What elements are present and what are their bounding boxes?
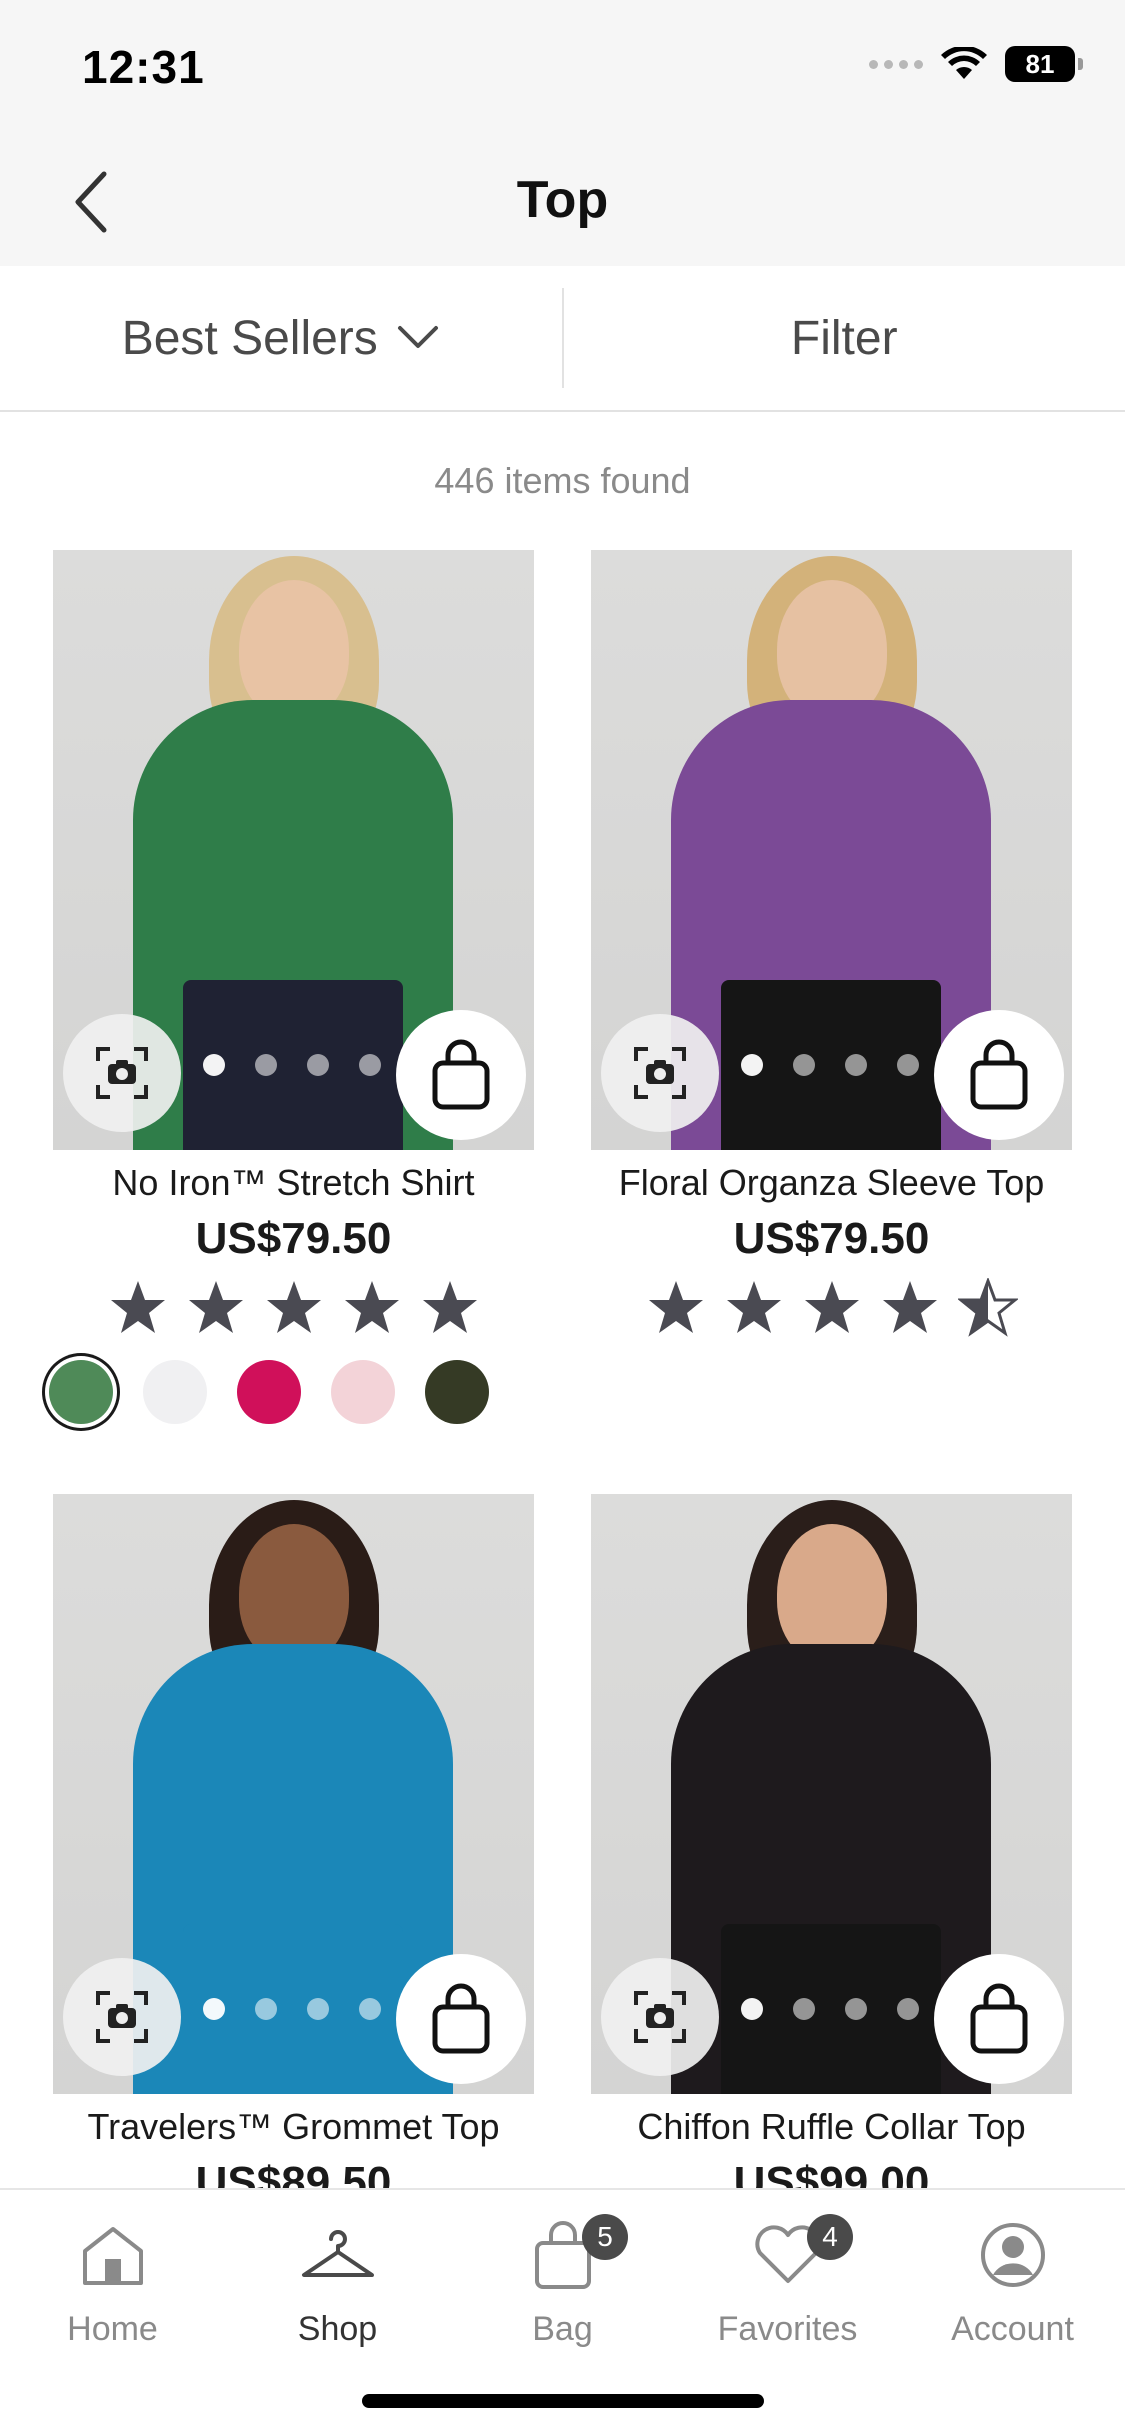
product-name[interactable]: Floral Organza Sleeve Top [591,1162,1072,1204]
star-full-icon [882,1281,937,1333]
camera-scan-icon [634,1991,686,2043]
product-image[interactable] [591,1494,1072,2094]
tab-account[interactable]: Account [900,2210,1125,2349]
star-full-icon [804,1281,859,1333]
star-full-icon [422,1281,477,1333]
tab-shop[interactable]: Shop [225,2210,450,2349]
visual-search-button[interactable] [601,1014,719,1132]
tab-label: Bag [532,2310,593,2348]
product-name[interactable]: Travelers™ Grommet Top [53,2106,534,2148]
color-swatch[interactable] [425,1360,489,1424]
add-to-bag-button[interactable] [934,1010,1064,1140]
product-card[interactable]: Floral Organza Sleeve Top US$79.50 [591,550,1072,1338]
tab-label: Home [67,2310,158,2348]
add-to-bag-button[interactable] [396,1010,526,1140]
home-indicator [362,2394,764,2408]
chevron-down-icon [397,326,438,348]
star-full-icon [188,1281,243,1333]
tab-label: Account [951,2310,1074,2348]
tab-home[interactable]: Home [0,2210,225,2349]
add-to-bag-button[interactable] [396,1954,526,2084]
bag-icon [970,1039,1028,1110]
bag-icon [432,1983,490,2054]
status-bar: 12:31 81 [0,0,1125,140]
image-carousel-dots [203,1998,381,2020]
page-title: Top [516,171,609,229]
product-card[interactable]: Chiffon Ruffle Collar Top US$99.00 [591,1494,1072,2208]
cellular-signal-icon [869,59,923,69]
camera-scan-icon [634,1047,686,1099]
product-price: US$79.50 [733,1214,930,1263]
bag-icon [432,1039,490,1110]
visual-search-button[interactable] [601,1958,719,2076]
star-full-icon [266,1281,321,1333]
sort-label: Best Sellers [121,311,378,365]
color-swatch[interactable] [331,1360,395,1424]
add-to-bag-button[interactable] [934,1954,1064,2084]
status-indicators: 81 [869,46,1083,82]
image-carousel-dots [741,1998,919,2020]
status-time: 12:31 [82,41,205,93]
product-image[interactable] [591,550,1072,1150]
color-swatch[interactable] [143,1360,207,1424]
battery-icon: 81 [1005,46,1083,82]
product-image[interactable] [53,1494,534,2094]
camera-scan-icon [96,1991,148,2043]
star-full-icon [726,1281,781,1333]
wifi-icon [941,47,987,79]
product-price: US$79.50 [195,1214,392,1263]
camera-scan-icon [96,1047,148,1099]
favorites-count-badge: 4 [807,2214,853,2260]
items-found-count: 446 items found [434,460,691,501]
star-full-icon [344,1281,399,1333]
bag-count-badge: 5 [582,2214,628,2260]
product-card[interactable]: Travelers™ Grommet Top US$89.50 [53,1494,534,2208]
star-rating [591,1278,1072,1338]
star-rating [53,1278,534,1338]
product-name[interactable]: Chiffon Ruffle Collar Top [591,2106,1072,2148]
home-icon [82,2227,143,2285]
nav-header: Top [0,140,1125,266]
sort-button[interactable]: Best Sellers [0,266,562,410]
product-image[interactable] [53,550,534,1150]
tab-favorites[interactable]: 4 Favorites [675,2210,900,2349]
star-full-icon [110,1281,165,1333]
bag-icon [970,1983,1028,2054]
sort-filter-bar: Best Sellers Filter [0,266,1125,412]
image-carousel-dots [203,1054,381,1076]
visual-search-button[interactable] [63,1014,181,1132]
filter-label: Filter [790,311,898,365]
color-swatches [49,1360,534,1424]
visual-search-button[interactable] [63,1958,181,2076]
tab-bag[interactable]: 5 Bag [450,2210,675,2349]
product-card[interactable]: No Iron™ Stretch Shirt US$79.50 [49,550,534,1424]
account-icon [980,2223,1045,2287]
color-swatch[interactable] [237,1360,301,1424]
tab-label: Favorites [717,2310,858,2348]
star-full-icon [648,1281,703,1333]
product-name[interactable]: No Iron™ Stretch Shirt [53,1162,534,1204]
star-half-icon [957,1278,1018,1337]
filter-button[interactable]: Filter [564,266,1125,410]
image-carousel-dots [741,1054,919,1076]
tab-label: Shop [297,2310,378,2348]
hanger-icon [301,2230,374,2277]
color-swatch[interactable] [49,1360,113,1424]
